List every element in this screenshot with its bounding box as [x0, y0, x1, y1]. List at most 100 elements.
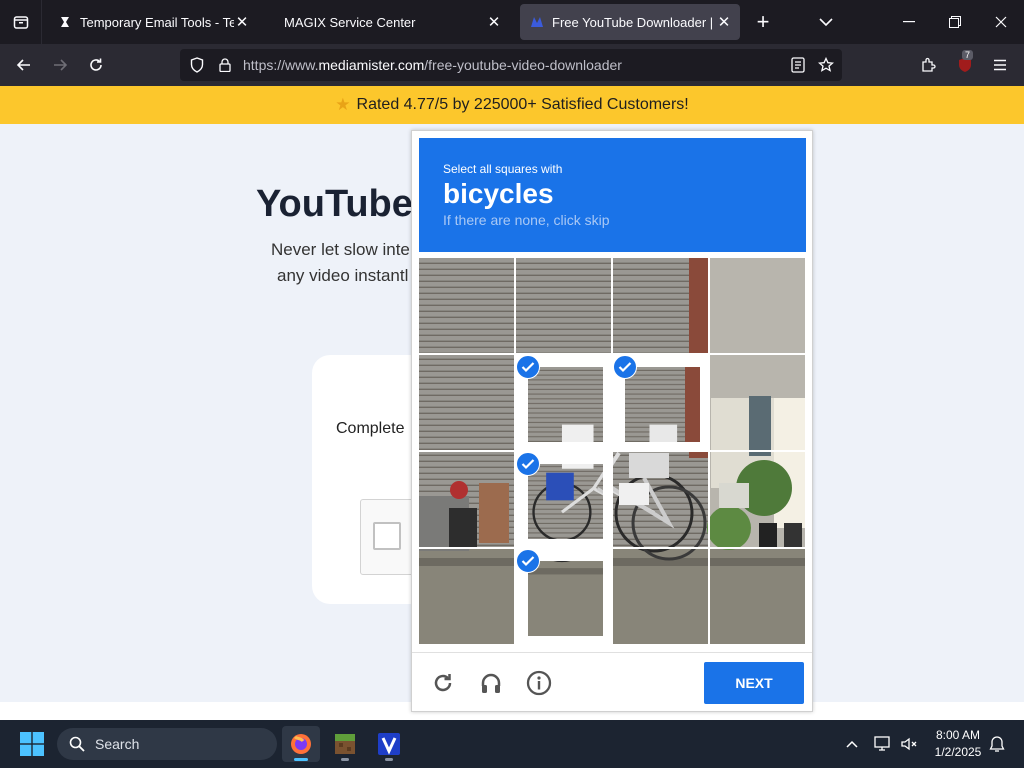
network-status-button[interactable]: [871, 732, 895, 756]
captcha-tile[interactable]: [516, 355, 611, 450]
extension-badge-count: 7: [962, 50, 974, 60]
captcha-instruction: Select all squares with: [443, 162, 563, 176]
taskbar-clock[interactable]: 8:00 AM 1/2/2025: [924, 727, 992, 761]
captcha-tile[interactable]: [613, 452, 708, 547]
close-window-button[interactable]: [978, 0, 1024, 44]
list-all-tabs-button[interactable]: [812, 8, 840, 36]
captcha-tile-image: [516, 258, 611, 353]
rating-text: Rated 4.77/5 by 225000+ Satisfied Custom…: [356, 96, 689, 113]
forward-button[interactable]: [45, 50, 75, 80]
captcha-tile[interactable]: [516, 452, 611, 547]
captcha-tile[interactable]: [710, 549, 805, 644]
captcha-hint: If there are none, click skip: [443, 212, 610, 228]
tab-title: Free YouTube Downloader | Do: [552, 14, 716, 30]
captcha-tile[interactable]: [613, 258, 708, 353]
volume-button[interactable]: [897, 732, 921, 756]
tab-close-icon[interactable]: ✕: [716, 14, 732, 31]
minimize-button[interactable]: [886, 0, 932, 44]
reload-challenge-button[interactable]: [429, 669, 457, 697]
taskbar-firefox[interactable]: [282, 726, 320, 762]
v-app-icon: [378, 733, 400, 755]
captcha-tile-image: [419, 355, 514, 450]
forward-arrow-icon: [54, 59, 68, 71]
taskbar-minecraft[interactable]: [326, 726, 364, 762]
captcha-footer: NEXT: [412, 652, 812, 712]
tab-magix-service-center[interactable]: MAGIX Service Center ✕: [272, 4, 510, 40]
app-menu-button[interactable]: [985, 50, 1015, 80]
tile-selected-check-icon: [516, 549, 540, 573]
tab-youtube-downloader[interactable]: Free YouTube Downloader | Do ✕: [520, 4, 740, 40]
captcha-tile[interactable]: [710, 355, 805, 450]
page-subtitle-line2: any video instantl: [277, 266, 409, 285]
captcha-tile[interactable]: [516, 549, 611, 644]
captcha-tile-image: [613, 452, 708, 547]
lock-icon[interactable]: [217, 57, 233, 73]
recaptcha-checkbox[interactable]: [373, 522, 401, 550]
reload-button[interactable]: [81, 50, 111, 80]
page-subtitle-line1: Never let slow inte: [271, 240, 410, 259]
tab-close-icon[interactable]: ✕: [486, 14, 502, 31]
chevron-down-icon: [819, 18, 833, 27]
reader-view-icon[interactable]: [790, 57, 806, 73]
tab-temporary-email[interactable]: Temporary Email Tools - Tempo ✕: [48, 4, 258, 40]
notifications-button[interactable]: [985, 732, 1009, 756]
show-hidden-icons-button[interactable]: [840, 732, 864, 756]
captcha-tile[interactable]: [710, 452, 805, 547]
url-text[interactable]: https://www.mediamister.com/free-youtube…: [243, 57, 622, 73]
captcha-tile[interactable]: [613, 549, 708, 644]
bookmark-star-icon[interactable]: [818, 57, 834, 73]
back-button[interactable]: [9, 50, 39, 80]
navigation-bar: https://www.mediamister.com/free-youtube…: [0, 44, 1024, 86]
captcha-tile[interactable]: [419, 355, 514, 450]
captcha-tile-image: [710, 549, 805, 644]
taskbar-v-app[interactable]: [370, 726, 408, 762]
captcha-tile-image: [710, 452, 805, 547]
restore-icon: [949, 16, 961, 28]
new-tab-button[interactable]: +: [748, 7, 778, 37]
firefox-view-button[interactable]: [0, 0, 42, 44]
app-running-indicator: [385, 758, 393, 761]
tab-close-icon[interactable]: ✕: [234, 14, 250, 31]
captcha-tile-image: [625, 367, 700, 442]
help-info-button[interactable]: [525, 669, 553, 697]
captcha-tile[interactable]: [613, 355, 708, 450]
start-button[interactable]: [20, 732, 44, 756]
back-arrow-icon: [16, 59, 30, 71]
captcha-tile[interactable]: [419, 258, 514, 353]
clock-time: 8:00 AM: [935, 728, 981, 742]
search-icon: [69, 736, 85, 752]
chevron-up-icon: [846, 740, 858, 748]
next-button[interactable]: NEXT: [704, 662, 804, 704]
captcha-tile[interactable]: [419, 549, 514, 644]
headphones-icon: [481, 673, 501, 693]
captcha-tile[interactable]: [419, 452, 514, 547]
captcha-tile-image: [419, 549, 514, 644]
extensions-button[interactable]: [914, 50, 944, 80]
captcha-challenge-dialog: Select all squares with bicycles If ther…: [411, 130, 813, 712]
mediamister-favicon-icon: [530, 15, 544, 29]
url-path: /free-youtube-video-downloader: [424, 57, 622, 73]
search-label: Search: [95, 736, 140, 752]
close-icon: [995, 16, 1007, 28]
captcha-tile[interactable]: [516, 258, 611, 353]
bell-icon: [989, 736, 1005, 752]
audio-challenge-button[interactable]: [477, 669, 505, 697]
speaker-muted-icon: [901, 737, 917, 751]
info-icon: [526, 670, 552, 696]
captcha-tile-image: [710, 355, 805, 450]
captcha-tile[interactable]: [710, 258, 805, 353]
captcha-tile-image: [613, 549, 708, 644]
hamburger-menu-icon: [994, 59, 1006, 71]
tab-bar: Temporary Email Tools - Tempo ✕ MAGIX Se…: [0, 0, 1024, 44]
captcha-tile-image: [528, 464, 603, 539]
taskbar-search-box[interactable]: Search: [57, 728, 277, 760]
complete-captcha-text: Complete: [336, 420, 405, 437]
temp-mail-favicon-icon: [58, 15, 72, 29]
restore-button[interactable]: [932, 0, 978, 44]
captcha-tile-image: [613, 258, 708, 353]
rating-banner: ★ Rated 4.77/5 by 225000+ Satisfied Cust…: [0, 86, 1024, 124]
tracking-protection-shield-icon[interactable]: [189, 57, 205, 73]
url-bar[interactable]: https://www.mediamister.com/free-youtube…: [180, 49, 842, 81]
tile-selected-check-icon: [516, 355, 540, 379]
reload-icon: [434, 674, 452, 692]
